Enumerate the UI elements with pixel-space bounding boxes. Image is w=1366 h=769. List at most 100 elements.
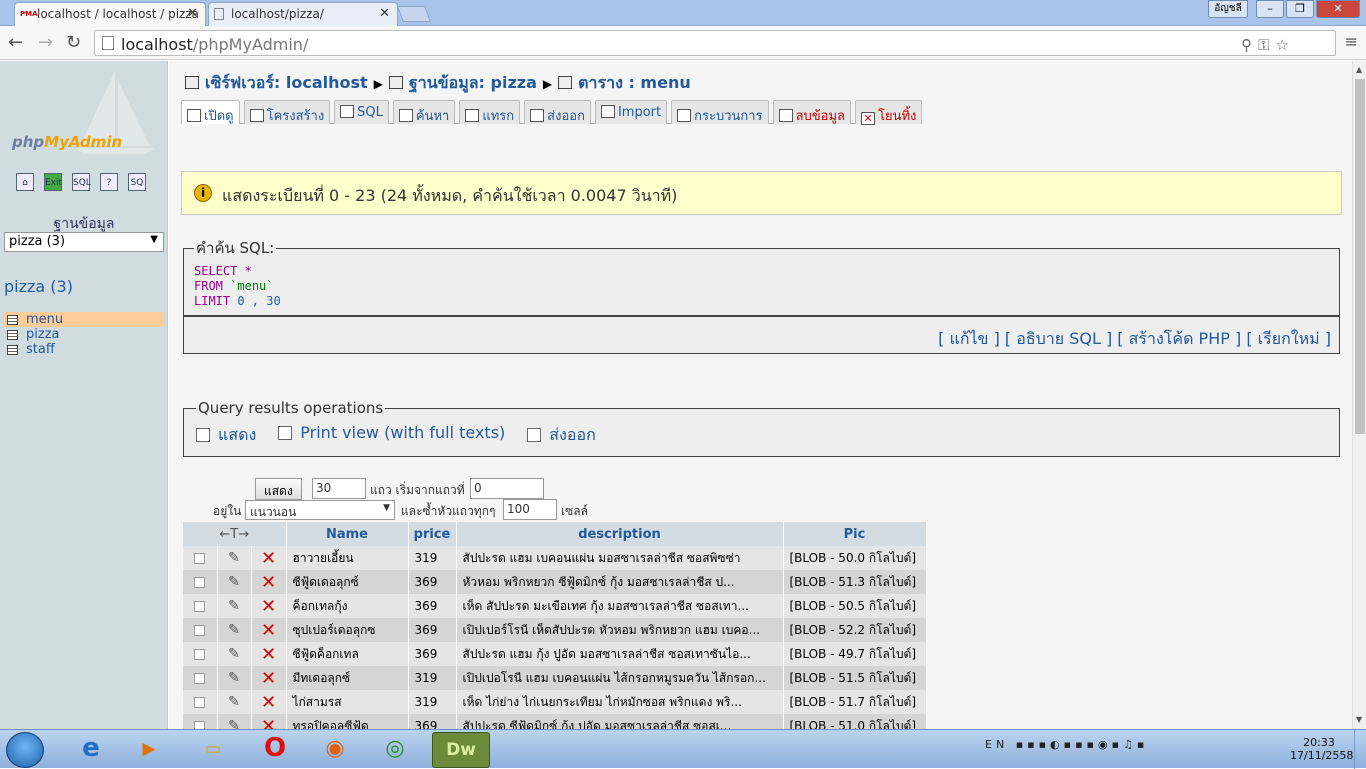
refresh-link[interactable]: [ เรียกใหม่ ] [1246, 329, 1331, 348]
sidebar-table-menu[interactable]: menu [4, 312, 164, 327]
repeat-input[interactable]: 100 [503, 499, 557, 520]
start-button[interactable] [6, 732, 44, 768]
maximize-button[interactable]: ❐ [1286, 0, 1314, 18]
opera-icon[interactable]: O [248, 732, 302, 768]
row-checkbox[interactable] [194, 577, 206, 588]
dreamweaver-icon[interactable]: Dw [432, 732, 490, 768]
chrome-icon[interactable]: ◎ [368, 732, 422, 768]
breadcrumb-database[interactable]: ฐานข้อมูล: pizza [409, 73, 537, 92]
help-icon[interactable]: ? [100, 173, 118, 191]
tab-insert[interactable]: แทรก [459, 100, 521, 124]
delete-icon[interactable]: ✕ [261, 548, 276, 569]
explain-sql-link[interactable]: [ อธิบาย SQL ] [1005, 329, 1112, 348]
cell-pic[interactable]: [BLOB - 51.5 กิโลไบต์] [783, 666, 927, 690]
edit-sql-link[interactable]: [ แก้ไข ] [938, 329, 1000, 348]
sql-icon[interactable]: SQL [72, 173, 91, 191]
new-tab-button[interactable] [397, 6, 431, 22]
tab-structure[interactable]: โครงสร้าง [243, 100, 331, 124]
pencil-icon[interactable]: ✎ [228, 670, 240, 686]
cell-pic[interactable]: [BLOB - 51.7 กิโลไบต์] [783, 690, 927, 714]
sidebar-table-staff[interactable]: staff [4, 342, 164, 357]
docs-icon[interactable]: SQ [128, 173, 146, 191]
row-checkbox[interactable] [194, 697, 206, 708]
print-view-full-link[interactable]: Print view (with full texts) [278, 423, 505, 448]
scrollbar-thumb[interactable] [1355, 79, 1365, 434]
bookmark-star-icon[interactable]: ☆ [1276, 36, 1295, 54]
breadcrumb-table[interactable]: ตาราง : menu [578, 73, 691, 92]
mode-select[interactable]: แนวนอน ▼ [245, 500, 395, 520]
database-select[interactable]: pizza (3) ▼ [4, 232, 164, 252]
cell-pic[interactable]: [BLOB - 50.0 กิโลไบต์] [783, 546, 927, 570]
column-header-pic[interactable]: Pic [783, 522, 927, 546]
ie-icon[interactable]: e [64, 732, 118, 768]
tab-browse[interactable]: เปิดดู [181, 100, 240, 124]
delete-icon[interactable]: ✕ [261, 596, 276, 617]
tab-import[interactable]: Import [594, 100, 668, 124]
row-checkbox[interactable] [194, 649, 206, 660]
pencil-icon[interactable]: ✎ [228, 598, 240, 614]
show-desktop-button[interactable] [1354, 730, 1366, 769]
forward-arrow-icon[interactable]: → [38, 32, 53, 53]
export-link[interactable]: ส่งออก [527, 423, 596, 448]
explorer-icon[interactable]: ▭ [186, 732, 240, 768]
breadcrumb-server[interactable]: เซิร์ฟเวอร์: localhost [205, 73, 368, 92]
cell-pic[interactable]: [BLOB - 52.2 กิโลไบต์] [783, 618, 927, 642]
tab-drop[interactable]: ✕ โยนทิ้ง [855, 100, 923, 125]
home-icon[interactable]: ⌂ [16, 173, 34, 191]
sidebar-table-pizza[interactable]: pizza [4, 327, 164, 342]
browser-tab-2[interactable]: localhost/pizza/ ✕ [208, 2, 398, 26]
cell-pic[interactable]: [BLOB - 50.5 กิโลไบต์] [783, 594, 927, 618]
close-icon[interactable]: ✕ [187, 6, 198, 21]
column-header-price[interactable]: price [408, 522, 457, 546]
close-icon[interactable]: ✕ [379, 6, 390, 21]
show-button[interactable]: แสดง : [255, 478, 302, 515]
tray-icons[interactable]: ▪▪▪◐▪▪▪◉▪♫▪ [1016, 738, 1149, 751]
vertical-scrollbar[interactable]: ▲ ▼ [1352, 61, 1366, 729]
tab-search[interactable]: ค้นหา [392, 100, 456, 124]
row-checkbox[interactable] [194, 625, 206, 636]
delete-icon[interactable]: ✕ [261, 668, 276, 689]
pencil-icon[interactable]: ✎ [228, 622, 240, 638]
language-indicator[interactable]: EN [985, 738, 1008, 751]
scroll-down-icon[interactable]: ▼ [1356, 715, 1362, 724]
column-arrows[interactable]: ←T→ [183, 522, 287, 546]
delete-icon[interactable]: ✕ [261, 620, 276, 641]
back-arrow-icon[interactable]: ← [8, 32, 23, 53]
print-view-link[interactable]: แสดง [196, 423, 256, 448]
key-icon[interactable]: ⚿ [1258, 36, 1275, 54]
phpmyadmin-logo[interactable]: phpMyAdmin [12, 133, 122, 151]
column-header-description[interactable]: description [456, 522, 784, 546]
firefox-icon[interactable]: ◉ [308, 732, 362, 768]
delete-icon[interactable]: ✕ [261, 572, 276, 593]
pencil-icon[interactable]: ✎ [228, 694, 240, 710]
cell-pic[interactable]: [BLOB - 51.3 กิโลไบต์] [783, 570, 927, 594]
pencil-icon[interactable]: ✎ [228, 550, 240, 566]
tab-empty[interactable]: ลบข้อมูล [772, 100, 851, 124]
exit-icon[interactable]: Exit [44, 173, 62, 191]
hamburger-menu-icon[interactable]: ≡ [1345, 32, 1358, 51]
window-close-button[interactable]: ✕ [1316, 0, 1360, 18]
clock[interactable]: 20:33 17/11/2558 [1290, 736, 1353, 762]
rows-input[interactable]: 30 [312, 478, 366, 499]
media-icon[interactable]: ▶ [122, 732, 176, 768]
delete-icon[interactable]: ✕ [261, 692, 276, 713]
zoom-icon[interactable]: ⚲ [1241, 36, 1258, 54]
column-header-name[interactable]: Name [286, 522, 409, 546]
row-checkbox[interactable] [194, 673, 206, 684]
reload-icon[interactable]: ↻ [66, 32, 81, 53]
cell-pic[interactable]: [BLOB - 49.7 กิโลไบต์] [783, 642, 927, 666]
tab-sql[interactable]: SQL [334, 100, 389, 124]
pencil-icon[interactable]: ✎ [228, 646, 240, 662]
row-checkbox[interactable] [194, 553, 206, 564]
pencil-icon[interactable]: ✎ [228, 574, 240, 590]
browser-tab-active[interactable]: PMA localhost / localhost / pizza ✕ [14, 2, 206, 26]
row-checkbox[interactable] [194, 601, 206, 612]
tab-operations[interactable]: กระบวนการ [671, 100, 769, 124]
tab-export[interactable]: ส่งออก [524, 100, 591, 124]
minimize-button[interactable]: – [1256, 0, 1284, 18]
delete-icon[interactable]: ✕ [261, 644, 276, 665]
user-profile-button[interactable]: อัญชลี [1208, 0, 1248, 18]
database-title-link[interactable]: pizza (3) [4, 277, 73, 296]
scroll-up-icon[interactable]: ▲ [1356, 65, 1362, 74]
start-row-input[interactable]: 0 [470, 478, 544, 499]
